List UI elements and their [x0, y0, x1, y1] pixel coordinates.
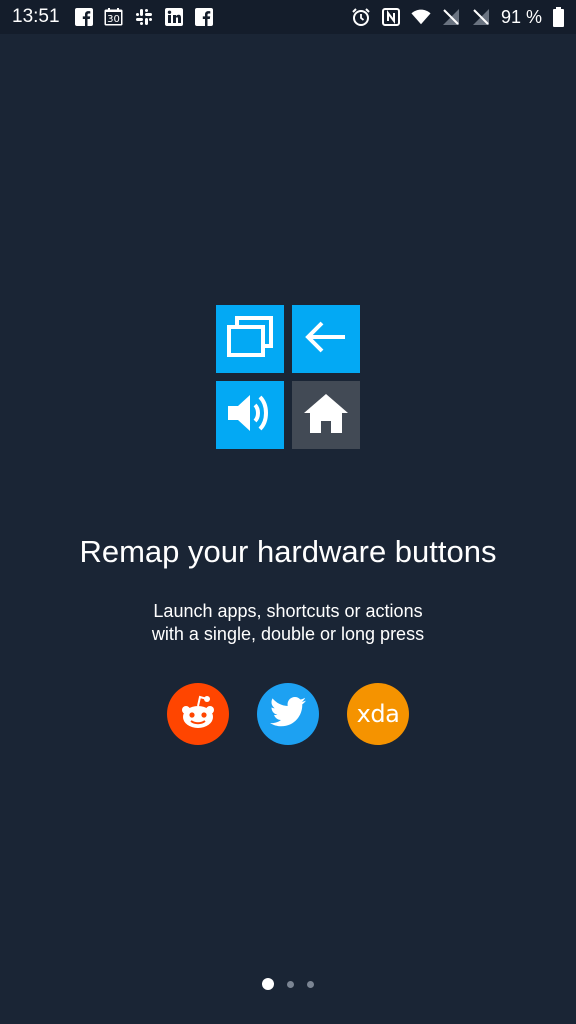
- home-icon: [302, 391, 350, 440]
- volume-icon: [226, 391, 274, 440]
- reddit-icon: [178, 694, 218, 735]
- page-indicator: [0, 978, 576, 990]
- linkedin-icon: [164, 7, 184, 27]
- recents-icon: [225, 315, 275, 364]
- signal-icon: [441, 7, 461, 27]
- home-tile: [292, 381, 360, 449]
- status-time: 13:51: [12, 6, 60, 27]
- reddit-button[interactable]: [167, 683, 229, 745]
- calendar-icon: 30: [104, 7, 124, 27]
- page-dot-1[interactable]: [262, 978, 274, 990]
- recents-tile: [216, 305, 284, 373]
- onboarding-screen: 13:51 30 91 % Remap your hardware button…: [0, 0, 576, 1024]
- description-line-2: with a single, double or long press: [151, 624, 425, 644]
- battery-percent: 91 %: [500, 6, 542, 27]
- calendar-day: 30: [107, 14, 120, 25]
- nfc-icon: [381, 7, 401, 27]
- page-dot-2[interactable]: [287, 980, 294, 988]
- back-icon: [304, 319, 348, 360]
- status-right: 91 %: [351, 7, 564, 28]
- facebook-icon: [74, 7, 94, 27]
- signal-icon: [471, 7, 491, 27]
- social-links: xda: [0, 683, 576, 745]
- facebook-icon: [194, 7, 214, 27]
- page-dot-3[interactable]: [307, 980, 314, 988]
- alarm-icon: [351, 7, 371, 27]
- wifi-icon: [411, 7, 431, 27]
- status-bar: 13:51 30 91 %: [0, 0, 576, 34]
- xda-label: xda: [356, 700, 400, 728]
- battery-icon: [552, 7, 564, 27]
- hero-button-tiles: [216, 305, 360, 449]
- twitter-button[interactable]: [257, 683, 319, 745]
- status-left: 13:51 30: [12, 6, 214, 28]
- xda-button[interactable]: xda: [347, 683, 409, 745]
- twitter-icon: [270, 696, 306, 732]
- description: Launch apps, shortcuts or actions with a…: [0, 600, 576, 646]
- description-line-1: Launch apps, shortcuts or actions: [153, 601, 423, 621]
- slack-icon: [134, 7, 154, 27]
- page-title: Remap your hardware buttons: [79, 534, 497, 569]
- volume-tile: [216, 381, 284, 449]
- back-tile: [292, 305, 360, 373]
